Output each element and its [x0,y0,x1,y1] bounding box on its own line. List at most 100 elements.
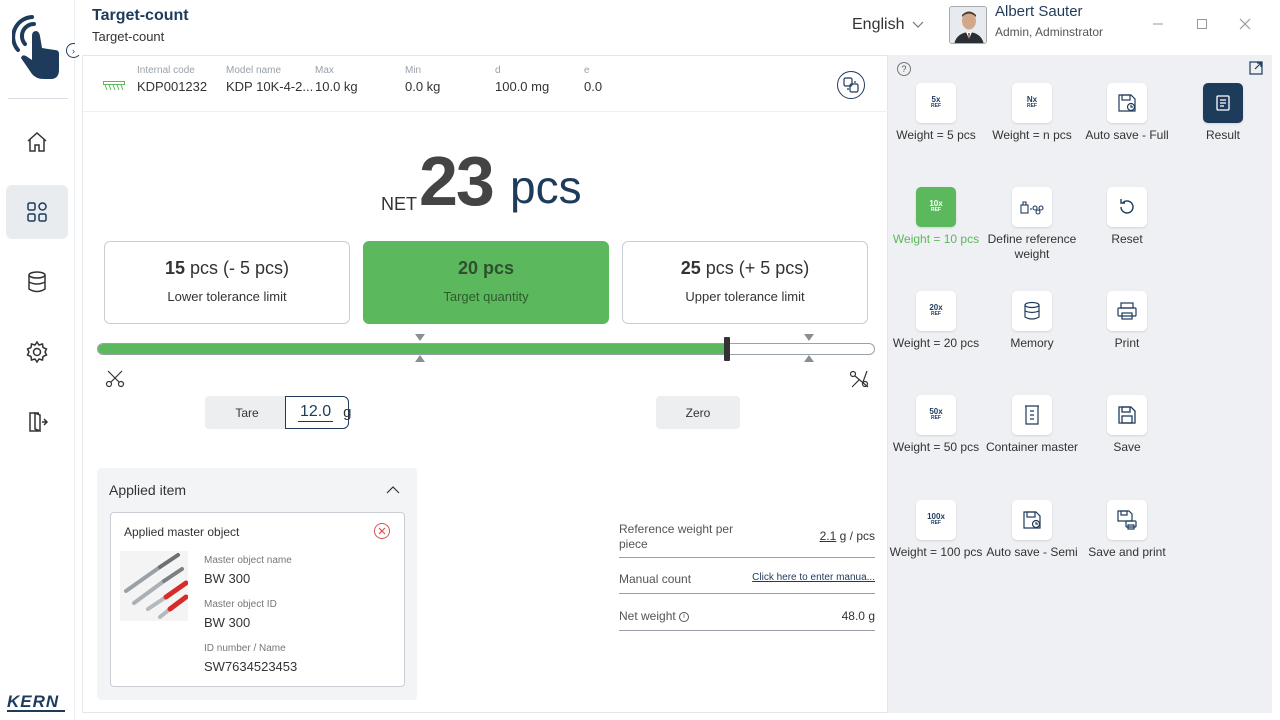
info-icon[interactable]: i [679,611,690,622]
sidebar-item-logout[interactable] [6,395,68,449]
fn-weight-5-pcs[interactable]: 5x REF Weight = 5 pcs [888,83,984,143]
fn-weight-n-pcs-label: Weight = n pcs [992,128,1072,142]
lower-tolerance-card[interactable]: 15 pcs (- 5 pcs) Lower tolerance limit [104,241,350,324]
fn-weight-100-pcs[interactable]: 100x REF Weight = 100 pcs [888,500,984,560]
upper-tolerance-suffix: pcs (+ 5 pcs) [700,258,810,278]
popout-icon[interactable] [1249,61,1263,80]
fn-save[interactable]: Save [1079,395,1175,455]
fn-define-reference-weight[interactable]: Define reference weight [984,187,1080,262]
fn-weight-n-pcs[interactable]: Nx REF Weight = n pcs [984,83,1080,143]
zero-button[interactable]: Zero [656,396,740,429]
fn-auto-save-full[interactable]: Auto save - Full [1079,83,1175,143]
collapse-applied-item-button[interactable] [386,482,400,497]
tare-value: 12.0 [298,403,334,422]
auto-save-icon [1107,83,1147,123]
readability-d: d 100.0 mg [495,65,549,94]
fn-weight-50-pcs-label: Weight = 50 pcs [892,440,980,454]
master-object-name-label: Master object name [204,555,292,566]
sidebar-item-apps[interactable] [6,185,68,239]
kern-logo-underline [7,710,65,712]
weight-5x-icon: 5x REF [916,83,956,123]
database-icon [28,271,46,293]
tare-unit: g [343,404,352,421]
fn-auto-save-semi[interactable]: Auto save - Semi [984,500,1080,560]
avatar[interactable] [949,6,987,44]
close-button[interactable] [1235,14,1255,34]
switch-view-button[interactable] [837,71,865,99]
fn-print[interactable]: Print [1079,291,1175,351]
current-count-marker [724,337,731,361]
fn-weight-100-pcs-label: Weight = 100 pcs [889,545,983,559]
max-label: Max [315,65,334,76]
manual-count-label: Manual count [619,572,692,586]
help-icon[interactable]: ? [897,62,911,76]
fn-reset-label: Reset [1111,232,1143,246]
reference-weight-row[interactable]: Reference weight per piece 2.1 g / pcs [619,520,875,558]
master-object-id-field: Master object ID BW 300 [204,599,277,630]
main-panel: Internal code KDP001232 Model name KDP 1… [82,55,889,713]
upper-tolerance-card[interactable]: 25 pcs (+ 5 pcs) Upper tolerance limit [622,241,868,324]
fn-weight-10-pcs[interactable]: 10x REF Weight = 10 pcs [888,187,984,247]
tare-button[interactable]: Tare [205,396,289,429]
minimize-button[interactable] [1148,14,1168,34]
model-name-label: Model name [226,65,282,76]
fn-save-and-print-label: Save and print [1088,545,1166,559]
net-indicator: NET [381,194,417,214]
page-subtitle: Target-count [92,29,165,44]
tare-input[interactable]: 12.0 g [285,396,352,429]
sidebar-item-database[interactable] [6,255,68,309]
reference-weight-label: Reference weight per piece [619,522,734,551]
applied-item-title: Applied item [109,482,187,498]
result-icon [1203,83,1243,123]
lower-tolerance-label: Lower tolerance limit [167,289,287,304]
exit-icon [29,411,49,433]
id-number-label: ID number / Name [204,643,286,654]
fn-reset[interactable]: Reset [1079,187,1175,247]
max-value: 10.0 kg [315,79,358,94]
lower-limit-marker-top [414,334,425,341]
sidebar-item-home[interactable] [6,115,68,169]
fn-container-master[interactable]: Container master [984,395,1080,455]
fn-result[interactable]: Result [1175,83,1271,143]
min-label: Min [405,65,422,76]
user-name: Albert Sauter [995,3,1083,20]
print-icon [1107,291,1147,331]
fn-save-and-print[interactable]: Save and print [1079,500,1175,560]
remove-master-object-button[interactable] [374,523,390,539]
fn-memory[interactable]: Memory [984,291,1080,351]
language-label: English [852,16,905,33]
upper-limit-marker-bottom [803,355,814,362]
reference-weight-unit: g / pcs [839,529,875,543]
header: Target-count Target-count English Albert… [75,0,1280,55]
tolerance-progress-bar [97,343,875,355]
sidebar-item-settings[interactable] [6,325,68,379]
target-quantity-label: Target quantity [443,289,529,304]
upper-tolerance-label: Upper tolerance limit [685,289,805,304]
manual-count-link[interactable]: Click here to enter manua... [752,572,875,583]
model-name: Model name KDP 10K-4-2... [226,65,313,94]
fn-weight-50-pcs[interactable]: 50x REF Weight = 50 pcs [888,395,984,455]
weight-50x-icon: 50x REF [916,395,956,435]
switch-view-icon [843,77,859,93]
container-icon [1012,395,1052,435]
weight-100x-icon: 100x REF [916,500,956,540]
id-number-value: SW7634523453 [204,659,298,674]
fn-auto-save-full-label: Auto save - Full [1085,128,1169,142]
applied-item-panel: Applied item Applied master object Maste… [97,468,417,700]
fn-memory-label: Memory [1010,336,1054,350]
scale-info-bar: Internal code KDP001232 Model name KDP 1… [83,56,889,112]
d-label: d [495,65,501,76]
fn-weight-20-pcs[interactable]: 20x REF Weight = 20 pcs [888,291,984,351]
master-card-title: Applied master object [124,525,240,539]
sidebar: › KERN [0,0,81,720]
e-label: e [584,65,590,76]
id-number-field: ID number / Name SW7634523453 [204,643,297,674]
fn-weight-10-pcs-label: Weight = 10 pcs [892,232,980,246]
kern-logo: KERN [7,692,60,711]
upper-limit-marker-top [803,334,814,341]
maximize-button[interactable] [1192,14,1212,34]
target-quantity-card[interactable]: 20 pcs Target quantity [363,241,609,324]
fn-print-label: Print [1114,336,1140,350]
language-selector[interactable]: English [852,16,924,34]
chevron-down-icon [913,21,924,28]
